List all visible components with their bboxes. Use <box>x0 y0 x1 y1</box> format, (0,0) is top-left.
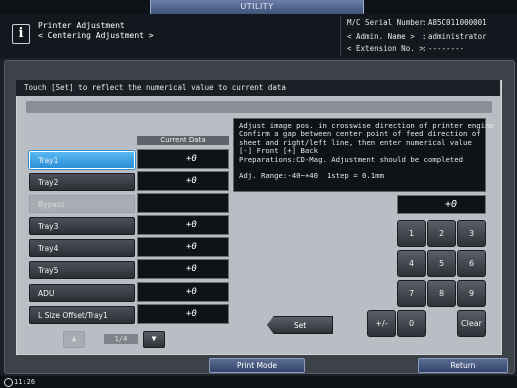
info-icon: i <box>12 24 30 44</box>
numeric-entry-display: +0 <box>397 195 486 214</box>
serial-label: M/C Serial Number <box>347 18 424 27</box>
set-button[interactable]: Set <box>267 316 333 334</box>
progress-bar <box>26 101 492 113</box>
key-8[interactable]: 8 <box>427 280 456 307</box>
tray3-current-value: +0 <box>137 215 229 235</box>
l-size-offset-current-value: +0 <box>137 304 229 324</box>
bypass-current-value <box>137 193 229 213</box>
status-bar <box>0 376 517 388</box>
header-divider <box>340 16 341 56</box>
description-box: Adjust image pos. in crosswise direction… <box>233 118 494 192</box>
plus-minus-key[interactable]: +/- <box>367 310 396 337</box>
l-size-offset-tray1-button[interactable]: L Size Offset/Tray1 <box>29 306 135 324</box>
key-7[interactable]: 7 <box>397 280 426 307</box>
key-6[interactable]: 6 <box>457 250 486 277</box>
adjustment-range: Adj. Range:-40~+40 1step = 0.1mm <box>239 171 384 181</box>
return-button[interactable]: Return <box>418 358 508 373</box>
key-9[interactable]: 9 <box>457 280 486 307</box>
extension-value: -------- <box>428 44 465 53</box>
extension-label: < Extension No. > <box>347 44 424 53</box>
adu-button[interactable]: ADU <box>29 284 135 302</box>
clear-button[interactable]: Clear <box>457 310 486 337</box>
key-5[interactable]: 5 <box>427 250 456 277</box>
instruction-bar: Touch [Set] to reflect the numerical val… <box>16 80 500 96</box>
page-indicator: 1/4 <box>104 334 138 344</box>
key-3[interactable]: 3 <box>457 220 486 247</box>
page-title: Printer Adjustment <box>38 21 125 30</box>
description-line: Preparations:CD-Mag. Adjustment should b… <box>239 154 464 164</box>
print-mode-button[interactable]: Print Mode <box>209 358 305 373</box>
utility-tab: UTILITY <box>150 0 364 14</box>
serial-value: A85C011000001 <box>428 18 487 27</box>
tray3-button[interactable]: Tray3 <box>29 217 135 235</box>
key-4[interactable]: 4 <box>397 250 426 277</box>
admin-value: administrator <box>428 32 487 41</box>
page-down-button[interactable]: ▼ <box>143 331 165 348</box>
tray5-current-value: +0 <box>137 259 229 279</box>
key-0[interactable]: 0 <box>397 310 426 337</box>
adu-current-value: +0 <box>137 282 229 302</box>
current-data-header: Current Data <box>137 136 229 145</box>
tray1-button[interactable]: Tray1 <box>29 151 135 169</box>
key-1[interactable]: 1 <box>397 220 426 247</box>
admin-label: < Admin. Name > <box>347 32 415 41</box>
tray2-current-value: +0 <box>137 171 229 191</box>
page-subtitle: < Centering Adjustment > <box>38 31 154 40</box>
tray4-button[interactable]: Tray4 <box>29 239 135 257</box>
key-2[interactable]: 2 <box>427 220 456 247</box>
status-time: 11:26 <box>14 378 36 386</box>
tray2-button[interactable]: Tray2 <box>29 173 135 191</box>
clock-icon <box>4 378 13 387</box>
bypass-button: Bypass <box>29 195 135 213</box>
page-up-button: ▲ <box>63 331 85 348</box>
tray1-current-value: +0 <box>137 149 229 169</box>
tray5-button[interactable]: Tray5 <box>29 261 135 279</box>
tray4-current-value: +0 <box>137 237 229 257</box>
